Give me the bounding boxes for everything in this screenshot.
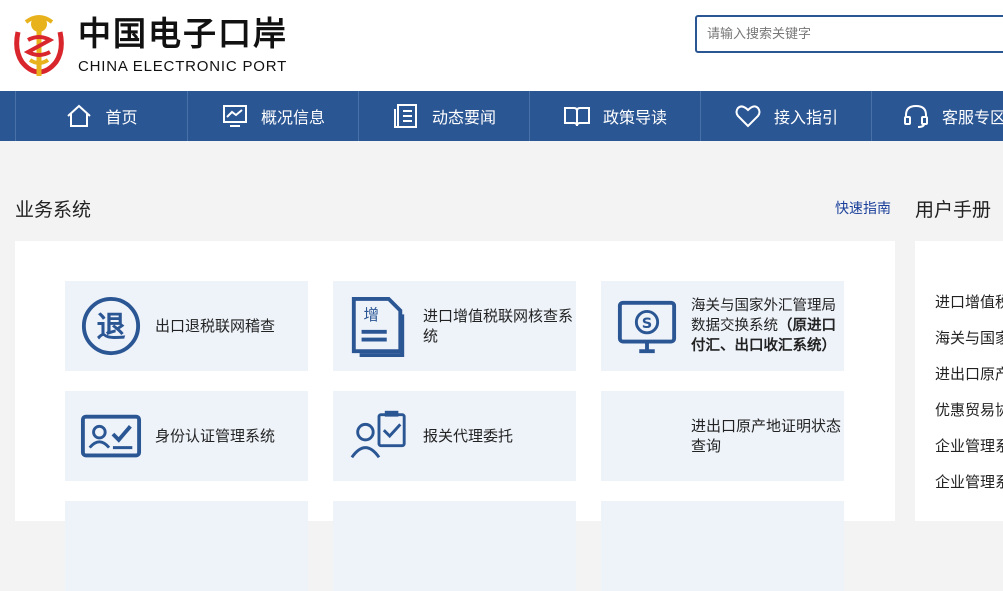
tile-label: 进口增值税联网核查系统 — [423, 307, 574, 345]
svg-text:增: 增 — [363, 306, 379, 324]
manual-item[interactable]: 企业管理系 — [935, 435, 1003, 456]
user-manual-panel: 进口增值税 海关与国家 进出口原产 优惠贸易协 企业管理系 企业管理系 — [915, 241, 1003, 521]
nav-item-access-guide[interactable]: 接入指引 — [700, 91, 871, 141]
nav-item-news[interactable]: 动态要闻 — [358, 91, 529, 141]
tui-refund-icon: 退 — [81, 296, 141, 356]
manual-item[interactable]: 优惠贸易协 — [935, 399, 1003, 420]
nav-item-overview[interactable]: 概况信息 — [187, 91, 358, 141]
person-clipboard-icon — [350, 410, 406, 459]
tile-label: 出口退税联网稽查 — [155, 317, 276, 335]
vat-document-icon: 增 — [351, 296, 405, 357]
tile-export-refund-audit[interactable]: 退 出口退税联网稽查 — [65, 281, 308, 371]
home-icon — [67, 104, 92, 127]
manual-item[interactable]: 进出口原产 — [935, 363, 1003, 384]
site-title-en: CHINA ELECTRONIC PORT — [78, 58, 288, 75]
main-nav: 首页 概况信息 动态要闻 政策导读 接入指引 客服专区 — [0, 91, 1003, 141]
tile-partial[interactable] — [65, 501, 308, 591]
headset-icon — [904, 104, 928, 128]
manual-item[interactable]: 海关与国家 — [935, 327, 1003, 348]
manual-item[interactable]: 企业管理系 — [935, 471, 1003, 492]
user-manual-title: 用户手册 — [915, 199, 992, 221]
monitor-currency-icon: S — [617, 300, 677, 354]
nav-label: 接入指引 — [773, 108, 838, 127]
search-input[interactable] — [697, 17, 987, 51]
tile-label: 报关代理委托 — [423, 427, 514, 445]
nav-item-customer-service[interactable]: 客服专区 — [871, 91, 1003, 141]
tile-import-vat-check[interactable]: 增 进口增值税联网核查系统 — [333, 281, 576, 371]
search-box — [695, 15, 1003, 53]
business-systems-panel: 退 出口退税联网稽查 增 进口增值税联网核查系统 S 海关与国家外汇管理局数据交… — [15, 241, 895, 591]
tile-label: 进出口原产地证明状态查询 — [691, 417, 842, 455]
document-list-icon — [393, 104, 417, 128]
tile-label: 身份认证管理系统 — [155, 427, 276, 445]
nav-label: 动态要闻 — [431, 108, 496, 127]
quick-guide-link[interactable]: 快速指南 — [835, 198, 891, 218]
china-e-port-logo-icon[interactable] — [12, 10, 66, 80]
open-book-icon — [563, 107, 590, 127]
tile-icon-placeholder — [615, 404, 679, 468]
svg-text:退: 退 — [96, 310, 125, 344]
tile-customs-agent-entrust[interactable]: 报关代理委托 — [333, 391, 576, 481]
tile-origin-certificate-query[interactable]: 进出口原产地证明状态查询 — [601, 391, 844, 481]
tile-customs-forex-exchange[interactable]: S 海关与国家外汇管理局数据交换系统（原进口付汇、出口收汇系统） — [601, 281, 844, 371]
id-card-check-icon — [80, 414, 142, 458]
site-title-cn[interactable]: 中国电子口岸 — [78, 14, 288, 54]
tile-label: 海关与国家外汇管理局数据交换系统（原进口付汇、出口收汇系统） — [691, 296, 844, 356]
manual-item[interactable]: 进口增值税 — [935, 291, 1003, 312]
svg-text:S: S — [642, 316, 652, 332]
nav-label: 概况信息 — [260, 108, 325, 127]
nav-label: 政策导读 — [602, 108, 667, 127]
heart-icon — [735, 105, 761, 128]
chart-monitor-icon — [222, 105, 247, 127]
nav-item-home[interactable]: 首页 — [15, 91, 187, 141]
nav-label: 首页 — [105, 108, 138, 127]
tile-partial[interactable] — [601, 501, 844, 591]
tile-identity-auth[interactable]: 身份认证管理系统 — [65, 391, 308, 481]
nav-label: 客服专区 — [942, 108, 1003, 127]
site-header: 中国电子口岸 CHINA ELECTRONIC PORT — [0, 0, 1003, 91]
nav-item-policy[interactable]: 政策导读 — [529, 91, 700, 141]
tile-partial[interactable] — [333, 501, 576, 591]
business-section-title: 业务系统 — [15, 199, 92, 221]
